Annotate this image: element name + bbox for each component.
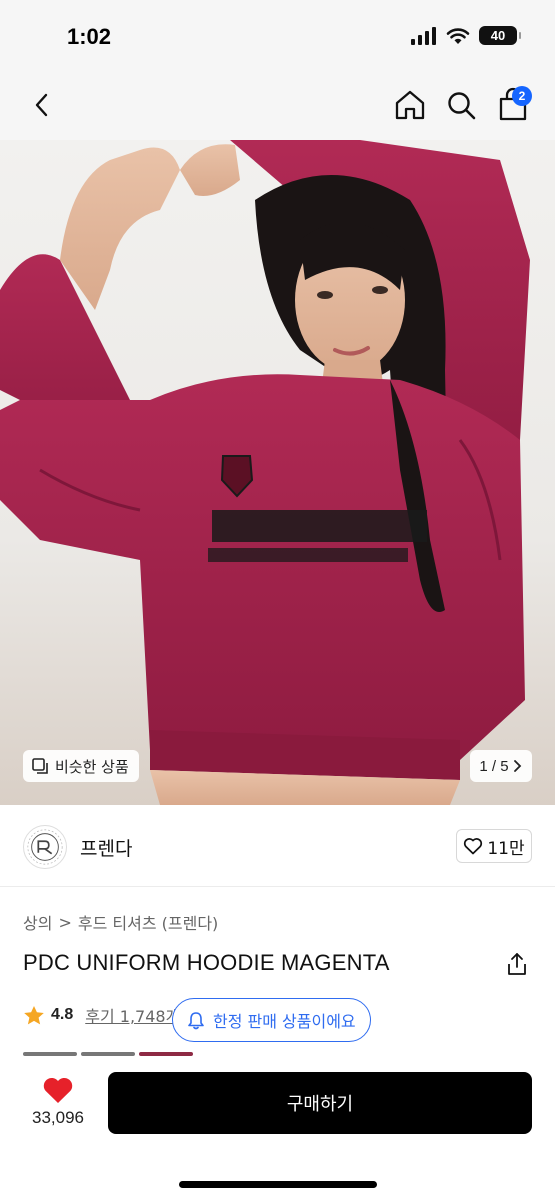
rating-row: 4.8 후기 1,748개 bbox=[23, 1003, 180, 1027]
rating-value: 4.8 bbox=[51, 1006, 74, 1023]
bottom-purchase-bar: 33,096 구매하기 bbox=[0, 1058, 555, 1200]
thumbnail-strip[interactable] bbox=[23, 1052, 193, 1056]
buy-button[interactable]: 구매하기 bbox=[108, 1072, 532, 1134]
heart-filled-icon[interactable] bbox=[42, 1076, 74, 1104]
product-image-carousel[interactable]: 비슷한 상품 1 / 5 bbox=[0, 140, 555, 805]
product-photo bbox=[0, 140, 530, 805]
review-count-link[interactable]: 후기 1,748개 bbox=[85, 1003, 180, 1027]
search-icon[interactable] bbox=[444, 87, 478, 123]
chevron-left-icon[interactable] bbox=[28, 88, 56, 122]
wifi-icon bbox=[446, 27, 470, 44]
top-nav-bar bbox=[0, 70, 555, 140]
bell-icon bbox=[188, 1011, 204, 1029]
breadcrumb-category[interactable]: 상의 bbox=[23, 910, 52, 934]
similar-products-label: 비슷한 상품 bbox=[55, 757, 129, 776]
product-title: PDC UNIFORM HOODIE MAGENTA bbox=[23, 950, 390, 975]
similar-products-button[interactable]: 비슷한 상품 bbox=[23, 750, 139, 782]
signal-icon bbox=[411, 26, 436, 45]
breadcrumb-subcategory[interactable]: 후드 티셔츠 (프렌다) bbox=[78, 910, 218, 934]
thumbnail[interactable] bbox=[23, 1052, 77, 1056]
store-logo[interactable] bbox=[23, 825, 67, 869]
star-icon bbox=[24, 1005, 44, 1024]
breadcrumb: 상의 > 후드 티셔츠 (프렌다) bbox=[23, 910, 218, 934]
chevron-right-icon bbox=[513, 760, 521, 772]
similar-items-icon bbox=[32, 758, 48, 774]
store-like-button[interactable]: 11만 bbox=[456, 829, 532, 863]
store-name[interactable]: 프렌다 bbox=[80, 834, 132, 861]
cart-count-badge: 2 bbox=[512, 86, 532, 106]
status-bar: 1:02 40 bbox=[0, 0, 555, 70]
heart-outline-icon bbox=[464, 838, 483, 855]
limited-sale-tooltip: 한정 판매 상품이에요 bbox=[172, 998, 371, 1042]
image-counter-text: 1 / 5 bbox=[479, 757, 509, 775]
breadcrumb-separator: > bbox=[58, 912, 72, 932]
status-time: 1:02 bbox=[67, 24, 112, 49]
battery-indicator: 40 bbox=[479, 26, 521, 45]
wishlist-count: 33,096 bbox=[32, 1108, 84, 1127]
home-icon[interactable] bbox=[393, 87, 427, 123]
status-icons: 40 bbox=[411, 26, 521, 45]
limited-sale-label: 한정 판매 상품이에요 bbox=[213, 1012, 356, 1031]
thumbnail[interactable] bbox=[139, 1052, 193, 1056]
home-indicator bbox=[179, 1181, 377, 1188]
thumbnail[interactable] bbox=[81, 1052, 135, 1056]
store-info-row[interactable]: 프렌다 11만 bbox=[0, 805, 555, 887]
store-like-count: 11만 bbox=[487, 838, 525, 859]
image-counter-button[interactable]: 1 / 5 bbox=[470, 750, 532, 782]
share-icon[interactable] bbox=[505, 951, 529, 977]
